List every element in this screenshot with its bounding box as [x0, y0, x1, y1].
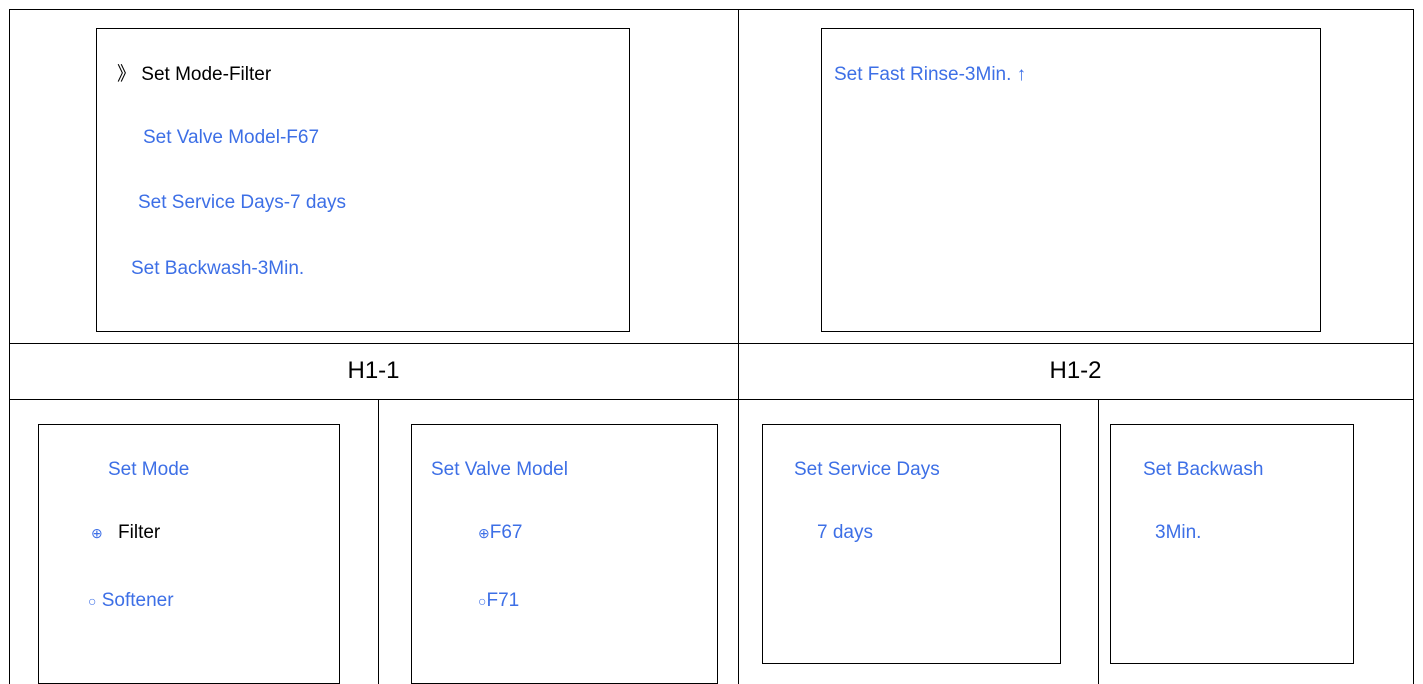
table-row-divider-2	[9, 399, 1414, 400]
option-label: Softener	[101, 590, 174, 611]
backwash-value[interactable]: 3Min.	[1155, 522, 1201, 544]
caption-h1-1: H1-1	[347, 357, 400, 384]
table-left-border	[9, 9, 10, 684]
table-row-divider-1	[9, 343, 1414, 344]
radio-selected-icon: ⊕	[91, 525, 103, 541]
set-valve-model-title: Set Valve Model	[431, 459, 568, 480]
set-mode-title: Set Mode	[108, 459, 190, 480]
option-label: Filter	[118, 522, 161, 543]
menu-item-set-backwash[interactable]: Set Backwash-3Min.	[131, 258, 304, 280]
option-label: F71	[486, 590, 520, 611]
menu-item-set-mode[interactable]: 》 Set Mode-Filter	[117, 64, 271, 86]
option-label: F67	[489, 522, 523, 543]
option-f67[interactable]: ⊕F67	[478, 522, 522, 544]
radio-unselected-icon: ○	[88, 593, 97, 609]
table-top-border	[9, 9, 1414, 10]
menu-item-set-service-days[interactable]: Set Service Days-7 days	[138, 192, 346, 214]
menu-item-set-fast-rinse[interactable]: Set Fast Rinse-3Min. ↑	[834, 64, 1026, 86]
table-bottom-right-divider	[1098, 399, 1099, 684]
set-backwash-title: Set Backwash	[1143, 459, 1264, 480]
set-service-days-title: Set Service Days	[794, 459, 940, 480]
radio-selected-icon: ⊕	[478, 525, 490, 541]
option-softener[interactable]: ○ Softener	[88, 590, 174, 612]
menu-item-label: Set Mode-Filter	[141, 64, 272, 85]
menu-item-set-valve-model[interactable]: Set Valve Model-F67	[143, 127, 319, 149]
table-bottom-left-divider	[378, 399, 379, 684]
option-filter[interactable]: ⊕ Filter	[91, 522, 160, 544]
option-f71[interactable]: ○F71	[478, 590, 519, 612]
caption-h1-2: H1-2	[1049, 357, 1102, 384]
service-days-value[interactable]: 7 days	[817, 522, 873, 544]
table-center-divider	[738, 9, 739, 684]
selection-arrow-icon: 》	[117, 64, 137, 85]
table-right-border	[1413, 9, 1414, 684]
